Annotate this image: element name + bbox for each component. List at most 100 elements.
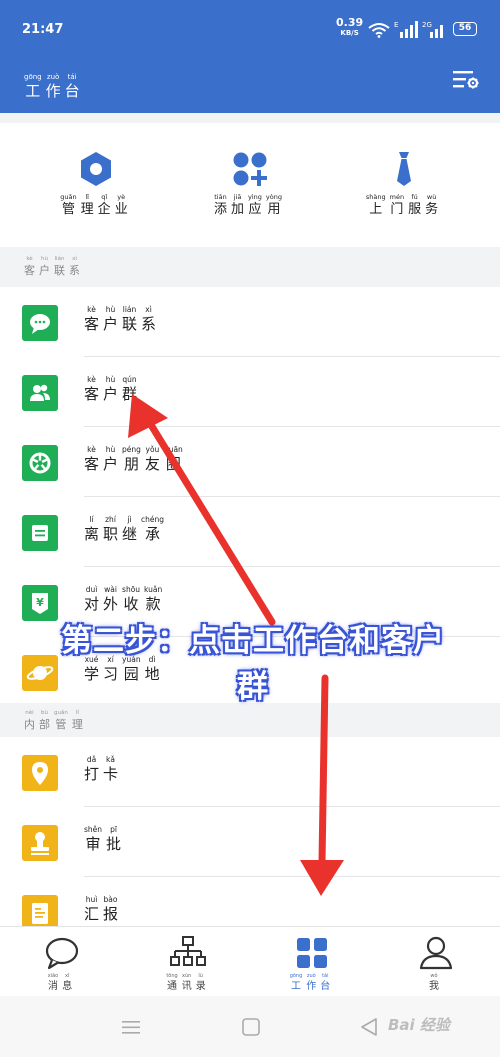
- ruby-char: yìng 应: [248, 193, 262, 218]
- ruby-char: qǐ 企: [98, 193, 111, 218]
- pinyin: yǒu: [145, 445, 160, 454]
- status-time: 21:47: [22, 22, 64, 37]
- hanzi: 录: [195, 981, 206, 992]
- hanzi: 审: [85, 835, 101, 853]
- pinyin: zuò: [306, 973, 316, 979]
- pinyin: qún: [122, 375, 137, 384]
- quick-action-label: shàng 上 mén 门 fú 服 wù 务: [366, 193, 442, 218]
- workbench-grid-icon: [297, 938, 327, 968]
- pinyin: hù: [105, 375, 116, 384]
- home-icon[interactable]: [240, 1016, 262, 1038]
- hanzi: 外: [103, 595, 119, 613]
- pinyin: quān: [163, 445, 183, 454]
- pinyin: lián: [54, 256, 65, 262]
- network-speed-unit: KB/S: [340, 29, 359, 37]
- hanzi: 客: [84, 385, 100, 403]
- quick-action-add-app[interactable]: tiān 添 jiā 加 yìng 应 yòng 用: [180, 151, 320, 218]
- ruby-char: tiān 添: [214, 193, 227, 218]
- tie-icon: [397, 152, 411, 186]
- ruby-char: kè 客: [24, 255, 35, 277]
- hanzi: 客: [84, 455, 100, 473]
- section-title-internal: nèi 内 bù 部 guǎn 管 lǐ 理: [24, 709, 87, 731]
- pinyin: tái: [67, 73, 77, 81]
- pinyin: zhí: [105, 515, 116, 524]
- pinyin: gōng: [24, 73, 42, 81]
- hanzi: 批: [106, 835, 122, 853]
- list-item-customer-group[interactable]: kè 客 hù 户 qún 群: [0, 357, 500, 427]
- ruby-char: tái 台: [65, 73, 80, 100]
- wifi-icon: [368, 23, 390, 38]
- hanzi: 工: [290, 981, 301, 992]
- ruby-char: lù 录: [196, 972, 206, 993]
- quick-action-manage-enterprise[interactable]: guǎn 管 lǐ 理 qǐ 企 yè 业: [26, 151, 166, 218]
- back-icon[interactable]: [358, 1016, 380, 1038]
- list-item-customer-contact[interactable]: kè 客 hù 户 lián 联 xì 系: [0, 287, 500, 357]
- list-item-customer-moments[interactable]: kè 客 hù 户 péng 朋 yǒu 友 quān 圈: [0, 427, 500, 497]
- pinyin: huì: [85, 895, 98, 904]
- pinyin: xiāo: [47, 973, 59, 979]
- hanzi: 联: [54, 264, 65, 277]
- signal-1-icon: E: [394, 21, 418, 38]
- menu-icon[interactable]: [120, 1016, 142, 1038]
- pinyin: wù: [426, 193, 437, 201]
- bottom-nav: xiāo 消 xī 息 tōng 通 xùn 讯 lù 录 gōng 工 zuò 作 tái 台 wǒ 我: [0, 926, 500, 996]
- ruby-char: tái 台: [320, 972, 330, 993]
- ruby-char: shěn 审: [84, 825, 102, 854]
- list-item-approval[interactable]: shěn 审 pī 批: [0, 807, 500, 877]
- ruby-char: hù 户: [103, 375, 118, 404]
- section-title-customer: kè 客 hù 户 lián 联 xì 系: [24, 255, 84, 277]
- ruby-char: kuǎn 款: [144, 585, 162, 614]
- pinyin: zuò: [46, 73, 60, 81]
- pinyin: gōng: [289, 973, 303, 979]
- hanzi: 群: [122, 385, 138, 403]
- ruby-char: bào 报: [103, 895, 118, 924]
- pinyin: kè: [87, 305, 96, 314]
- nav-label: gōng 工 zuò 作 tái 台: [290, 972, 335, 993]
- ruby-char: nèi 内: [24, 709, 35, 731]
- add-app-icon: [233, 152, 267, 186]
- hanzi: 理: [80, 202, 94, 217]
- hanzi: 消: [47, 981, 58, 992]
- nav-me[interactable]: wǒ 我: [396, 935, 476, 993]
- nav-label: wǒ 我: [429, 972, 443, 993]
- hanzi: 职: [103, 525, 119, 543]
- hanzi: 作: [45, 82, 61, 100]
- pinyin: kè: [87, 375, 96, 384]
- list-item-label: kè 客 hù 户 péng 朋 yǒu 友 quān 圈: [84, 445, 187, 474]
- list-item-label: duì 对 wài 外 shōu 收 kuǎn 款: [84, 585, 166, 614]
- pinyin: mén: [389, 193, 405, 201]
- ruby-char: zuò 作: [306, 972, 316, 993]
- network-1-label: E: [394, 21, 398, 29]
- quick-action-onsite-service[interactable]: shàng 上 mén 门 fú 服 wù 务: [334, 151, 474, 218]
- pinyin: xì: [145, 305, 152, 314]
- ruby-char: zuò 作: [46, 73, 61, 100]
- annotation-line-2: 群: [237, 669, 269, 705]
- nav-workbench[interactable]: gōng 工 zuò 作 tái 台: [272, 935, 352, 993]
- hanzi: 通: [167, 981, 177, 992]
- pinyin: xùn: [182, 973, 192, 979]
- hanzi: 企: [97, 202, 111, 217]
- ruby-char: kè 客: [84, 305, 99, 334]
- list-item-report[interactable]: huì 汇 bào 报: [0, 877, 500, 926]
- ruby-char: xiāo 消: [48, 972, 58, 993]
- hanzi: 用: [267, 202, 281, 217]
- ruby-char: hù 户: [39, 255, 50, 277]
- settings-icon[interactable]: [452, 68, 480, 92]
- hanzi: 客: [84, 315, 100, 333]
- hanzi: 离: [84, 525, 100, 543]
- pinyin: kè: [26, 256, 33, 262]
- ruby-char: duì 对: [84, 585, 99, 614]
- nav-messages[interactable]: xiāo 消 xī 息: [22, 935, 102, 993]
- list-item-label: huì 汇 bào 报: [84, 895, 122, 924]
- pinyin: lián: [122, 305, 137, 314]
- nav-contacts[interactable]: tōng 通 xùn 讯 lù 录: [148, 935, 228, 993]
- ruby-char: tōng 通: [166, 972, 177, 993]
- pinyin: tiān: [214, 193, 227, 201]
- ruby-char: kè 客: [84, 445, 99, 474]
- ruby-char: xì 系: [69, 255, 80, 277]
- hanzi: 对: [84, 595, 100, 613]
- group-icon: [22, 375, 58, 411]
- list-item-check-in[interactable]: dǎ 打 kǎ 卡: [0, 737, 500, 807]
- hanzi: 打: [84, 765, 100, 783]
- list-item-resignation-inherit[interactable]: lí 离 zhí 职 jì 继 chéng 承: [0, 497, 500, 567]
